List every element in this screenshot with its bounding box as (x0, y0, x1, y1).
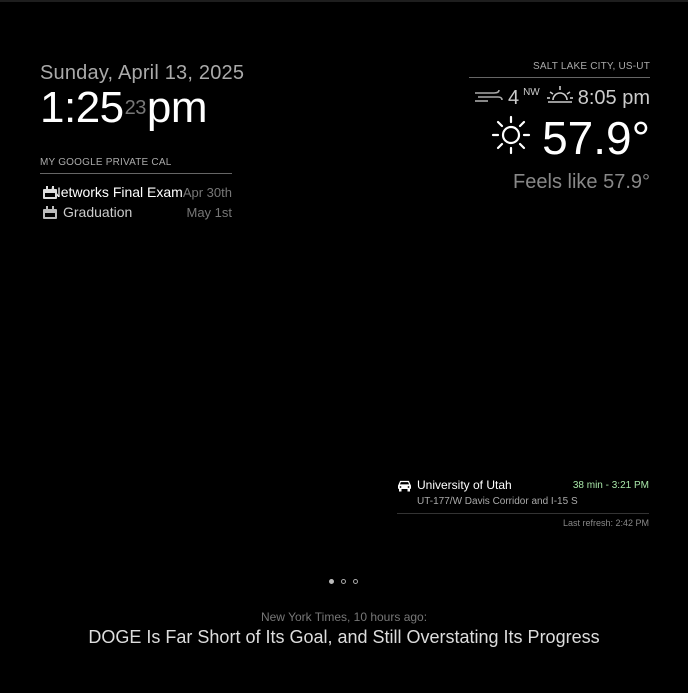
news-module: New York Times, 10 hours ago: DOGE Is Fa… (0, 610, 688, 648)
weather-module: SALT LAKE CITY, US-UT 4 NW 8:05 pm 57.9°… (469, 61, 650, 194)
page-dot[interactable] (353, 579, 358, 584)
page-indicator (329, 579, 358, 584)
weather-location: SALT LAKE CITY, US-UT (469, 61, 650, 78)
news-source: New York Times, 10 hours ago: (260, 610, 428, 624)
sunny-icon (490, 114, 532, 161)
news-headline[interactable]: DOGE Is Far Short of Its Goal, and Still… (0, 627, 688, 648)
wind-direction: NW (523, 86, 540, 98)
page-dot[interactable] (341, 579, 346, 584)
temperature: 57.9° (542, 111, 650, 164)
calendar-event-date: May 1st (186, 204, 232, 220)
calendar-event-title: Graduation (63, 204, 133, 220)
clock-date: Sunday, April 13, 2025 (40, 62, 245, 84)
temperature-line: 57.9° (469, 114, 650, 161)
car-icon (397, 479, 412, 492)
clock-time: 1:2523pm (40, 85, 244, 131)
traffic-header: University of Utah 38 min - 3:21 PM (397, 477, 649, 493)
clock-hours-minutes: 1:25 (40, 83, 124, 132)
calendar-event: Networks Final Exam Apr 30th (40, 182, 232, 202)
traffic-divider (397, 513, 649, 514)
top-border (0, 0, 688, 2)
clock-seconds: 23 (124, 97, 147, 119)
calendar-event-date: Apr 30th (182, 184, 232, 200)
traffic-last-refresh: Last refresh: 2:42 PM (562, 518, 649, 528)
page-dot[interactable] (329, 579, 334, 584)
calendar-module: MY GOOGLE PRIVATE CAL Networks Final Exa… (40, 157, 232, 222)
traffic-module: University of Utah 38 min - 3:21 PM UT-1… (397, 477, 649, 528)
calendar-icon (43, 205, 57, 219)
traffic-eta: 38 min - 3:21 PM (572, 479, 649, 491)
sunset-time: 8:05 pm (577, 86, 650, 109)
feels-like: Feels like 57.9° (513, 171, 650, 193)
traffic-route: UT-177/W Davis Corridor and I-15 S (417, 496, 578, 507)
wind-icon (474, 87, 504, 110)
wind-speed: 4 (507, 86, 520, 109)
clock-period: pm (146, 83, 208, 132)
weather-details-line: 4 NW 8:05 pm (469, 86, 650, 110)
calendar-icon (43, 185, 57, 199)
calendar-event: Graduation May 1st (40, 202, 232, 222)
clock-module: Sunday, April 13, 2025 1:2523pm (40, 62, 244, 131)
traffic-destination: University of Utah (417, 478, 512, 492)
calendar-header: MY GOOGLE PRIVATE CAL (40, 157, 232, 174)
calendar-event-title: Networks Final Exam (50, 184, 183, 200)
sunset-icon (546, 84, 574, 112)
